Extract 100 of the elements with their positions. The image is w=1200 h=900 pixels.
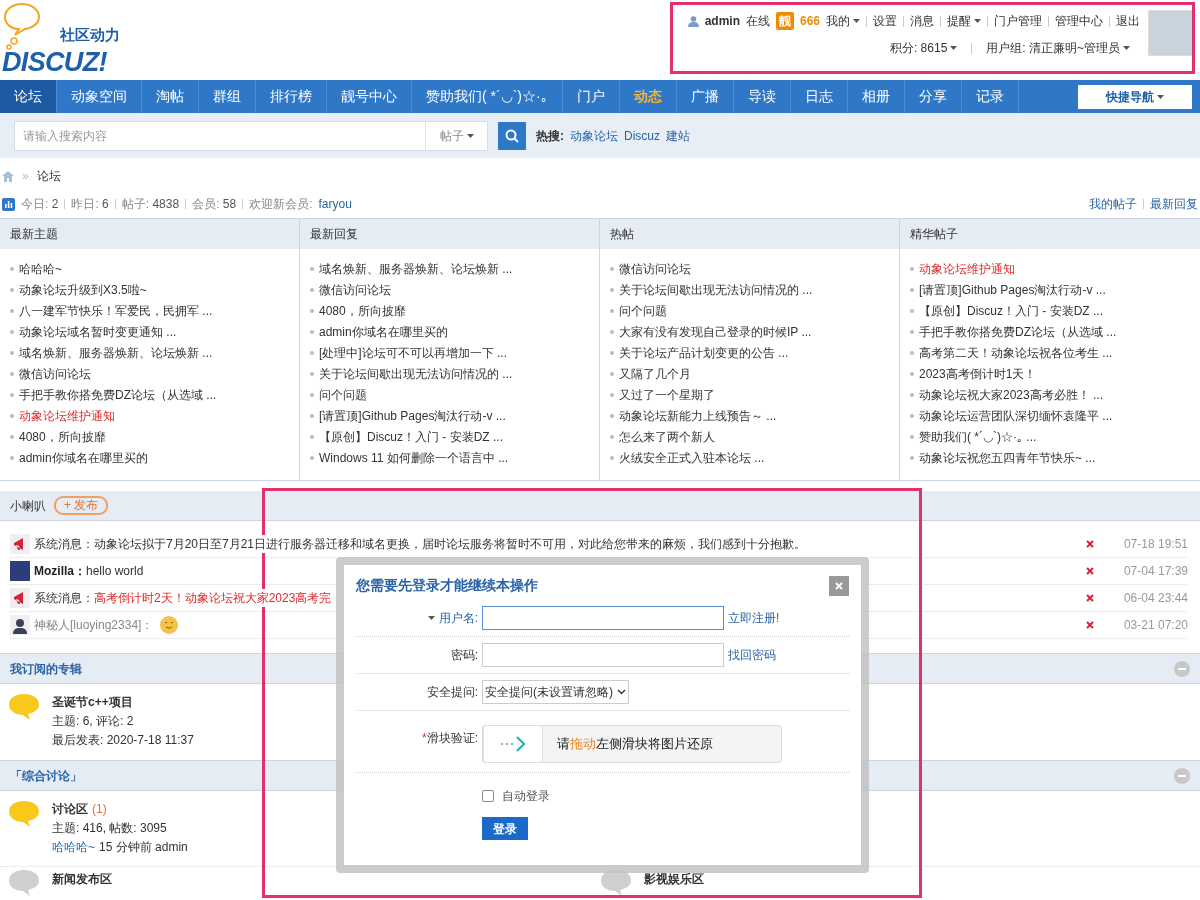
topic-link[interactable]: 动象论坛维护通知	[19, 406, 115, 425]
topic-link[interactable]: admin你域名在哪里买的	[319, 322, 448, 341]
username-field[interactable]	[482, 606, 724, 630]
topic-link[interactable]: 八一建军节快乐！军爱民，民拥军 ...	[19, 301, 213, 320]
message-time: 07-04 17:39	[1122, 563, 1188, 580]
section-title[interactable]: 我订阅的专辑	[10, 659, 82, 678]
new-post-count: (1)	[92, 801, 107, 818]
delete-icon[interactable]	[1086, 621, 1094, 629]
quick-link[interactable]: 最新回复	[1150, 195, 1198, 213]
topic-link[interactable]: 域名焕新、服务器焕新、论坛焕新 ...	[319, 259, 513, 278]
delete-icon[interactable]	[1086, 594, 1094, 602]
topic-link[interactable]: 动象论坛域名暂时变更通知 ...	[19, 322, 177, 341]
topic-link[interactable]: 动象论坛运营团队深切缅怀袁隆平 ...	[919, 406, 1113, 425]
chevron-down-icon	[617, 689, 626, 695]
topic-link[interactable]: 动象论坛祝大家2023高考必胜！ ...	[919, 385, 1104, 404]
caret-icon	[1157, 94, 1164, 99]
points-link[interactable]: 积分: 8615	[889, 39, 958, 57]
remember-checkbox[interactable]	[482, 790, 494, 802]
user-menu-link[interactable]: 管理中心	[1055, 12, 1103, 30]
caret-icon	[428, 616, 436, 620]
breadcrumb-separator: »	[22, 168, 29, 185]
topic-link[interactable]: 微信访问论坛	[319, 280, 391, 299]
forum-meta: 主题: 416, 帖数: 3095	[52, 820, 168, 837]
topic-link[interactable]: 【原创】Discuz！入门 - 安装DZ ...	[319, 427, 503, 446]
search-scope-select[interactable]: 帖子	[425, 121, 487, 150]
topic-link[interactable]: admin你域名在哪里买的	[19, 448, 148, 467]
login-button[interactable]: 登录	[482, 817, 528, 840]
section-title[interactable]: 「综合讨论」	[10, 766, 82, 785]
forum-title[interactable]: 影视娱乐区	[644, 869, 704, 888]
hot-search-link[interactable]: 动象论坛	[570, 126, 618, 145]
security-question-select[interactable]: 安全提问(未设置请忽略)	[482, 680, 629, 704]
topic-link[interactable]: 2023高考倒计时1天！	[919, 364, 1037, 383]
topic-link[interactable]: 问个问题	[619, 301, 667, 320]
delete-icon[interactable]	[1086, 540, 1094, 548]
user-menu-link[interactable]: 消息	[910, 12, 934, 30]
user-menu-link[interactable]: 提醒	[947, 12, 981, 30]
dotted-arrow-icon	[500, 736, 526, 752]
topic-link[interactable]: 哈哈哈~	[19, 259, 62, 278]
field-label[interactable]: 用户名:	[356, 609, 482, 627]
search-button[interactable]	[498, 121, 526, 150]
topic-link[interactable]: 4080，所向披靡	[319, 301, 406, 320]
topic-link[interactable]: 大家有没有发现自己登录的时候IP ...	[619, 322, 812, 341]
topic-link[interactable]: 关于论坛产品计划变更的公告 ...	[619, 343, 789, 362]
topic-link[interactable]: 又过了一个星期了	[619, 385, 715, 404]
topic-link[interactable]: 4080，所向披靡	[19, 427, 106, 446]
close-button[interactable]	[829, 575, 849, 596]
search-field[interactable]: 请输入搜索内容 帖子	[14, 120, 488, 151]
nav-tab[interactable]: 论坛	[0, 80, 57, 113]
user-menu-link[interactable]: 门户管理	[994, 12, 1042, 30]
quick-link[interactable]: 我的帖子	[1089, 195, 1137, 213]
topic-link[interactable]: 动象论坛升级到X3.5啦~	[19, 280, 147, 299]
hot-search-link[interactable]: 建站	[666, 126, 690, 145]
topic-link[interactable]: 火绒安全正式入驻本论坛 ...	[619, 448, 765, 467]
last-thread-link[interactable]: 哈哈哈~	[52, 838, 95, 857]
topic-link[interactable]: [处理中]论坛可不可以再增加一下 ...	[319, 343, 507, 362]
topic-link[interactable]: 【原创】Discuz！入门 - 安装DZ ...	[919, 301, 1103, 320]
topic-link[interactable]: 动象论坛维护通知	[919, 259, 1015, 278]
register-link[interactable]: 立即注册!	[728, 609, 780, 627]
topic-link[interactable]: 手把手教你搭免费DZ论坛（从选域 ...	[919, 322, 1117, 341]
user-group-link[interactable]: 用户组: 清正廉明~管理员	[986, 39, 1130, 57]
topic-link[interactable]: 问个问题	[319, 385, 367, 404]
caret-icon	[466, 133, 474, 138]
field-label: *滑块验证:	[421, 730, 479, 747]
topic-link[interactable]: 高考第二天！动象论坛祝各位考生 ...	[919, 343, 1113, 362]
avatar-placeholder[interactable]	[1148, 10, 1194, 56]
user-icon	[687, 15, 699, 27]
username-link[interactable]: admin	[704, 12, 740, 30]
forum-title[interactable]: 新闻发布区	[52, 869, 112, 888]
album-meta: 主题: 6, 评论: 2	[52, 713, 135, 730]
password-field[interactable]	[482, 643, 724, 667]
topic-link[interactable]: 动象论坛新能力上线预告～ ...	[619, 406, 777, 425]
person-icon	[10, 615, 30, 635]
user-menu-link[interactable]: 设置	[873, 12, 897, 30]
user-menu-link[interactable]: 退出	[1116, 12, 1140, 30]
topic-link[interactable]: 动象论坛祝您五四青年节快乐~ ...	[919, 448, 1096, 467]
topic-link[interactable]: [请置顶]Github Pages淘汰行动-v ...	[919, 280, 1106, 299]
topic-link[interactable]: 关于论坛间歇出现无法访问情况的 ...	[619, 280, 813, 299]
topic-link[interactable]: 微信访问论坛	[19, 364, 91, 383]
quick-nav-button[interactable]: 快捷导航	[1078, 84, 1192, 109]
forum-title[interactable]: 讨论区	[52, 800, 88, 819]
stat-text: 会员: 58	[192, 196, 237, 213]
topic-link[interactable]: 域名焕新、服务器焕新、论坛焕新 ...	[19, 343, 213, 362]
message-time: 06-04 23:44	[1122, 590, 1188, 607]
topic-link[interactable]: 手把手教你搭免费DZ论坛（从选域 ...	[19, 385, 217, 404]
album-title[interactable]: 圣诞节c++项目	[52, 693, 194, 712]
new-member-link[interactable]: faryou	[318, 195, 352, 213]
breadcrumb-link[interactable]: 论坛	[36, 167, 61, 185]
hot-search-link[interactable]: Discuz	[624, 126, 660, 145]
home-icon[interactable]	[2, 170, 14, 182]
user-menu-link[interactable]: 我的	[826, 12, 860, 30]
topic-link[interactable]: Windows 11 如何删除一个语言中 ...	[319, 448, 509, 467]
topic-link[interactable]: 微信访问论坛	[619, 259, 691, 278]
topic-link[interactable]: 关于论坛间歇出现无法访问情况的 ...	[319, 364, 513, 383]
slider-handle[interactable]	[483, 725, 543, 763]
delete-icon[interactable]	[1086, 567, 1094, 575]
topic-link[interactable]: 赞助我们( *´◡`)☆·｡ ...	[919, 427, 1037, 446]
topic-link[interactable]: [请置顶]Github Pages淘汰行动-v ...	[319, 406, 506, 425]
topic-link[interactable]: 怎么来了两个新人	[619, 427, 715, 446]
recover-password-link[interactable]: 找回密码	[728, 646, 776, 664]
topic-link[interactable]: 又隔了几个月	[619, 364, 691, 383]
